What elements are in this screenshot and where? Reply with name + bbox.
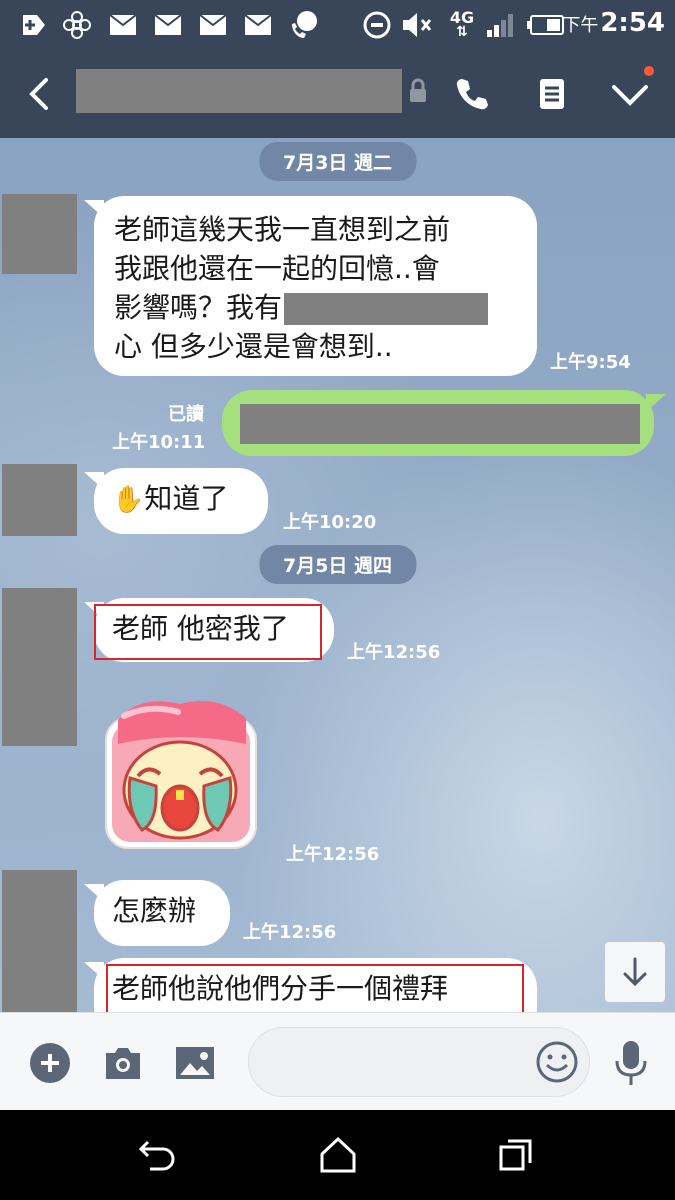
message-time: 上午12:56 bbox=[286, 844, 380, 865]
message-bubble[interactable]: 老師這幾天我一直想到之前 我跟他還在一起的回憶..會 影響嗎？我有 心 但多少還… bbox=[84, 196, 537, 376]
plus-icon bbox=[41, 1054, 59, 1072]
nav-recents-button[interactable] bbox=[498, 1138, 534, 1176]
network-4g-icon: 4G ⇅ bbox=[449, 8, 475, 40]
redacted-text bbox=[284, 293, 489, 325]
add-button[interactable] bbox=[30, 1043, 70, 1083]
message-bubble[interactable]: 怎麼辦 bbox=[84, 880, 230, 946]
avatar[interactable] bbox=[2, 194, 77, 274]
recents-icon bbox=[499, 1139, 532, 1171]
voice-button[interactable] bbox=[614, 1039, 648, 1091]
back-button[interactable] bbox=[10, 66, 66, 122]
status-bar: 4G ⇅ 下午2:54 bbox=[0, 0, 675, 50]
lock-icon bbox=[408, 78, 428, 108]
message-time: 上午10:20 bbox=[283, 512, 377, 533]
redacted-text bbox=[240, 404, 640, 444]
add-notification-icon bbox=[18, 10, 48, 40]
menu-chevron-button[interactable] bbox=[602, 66, 658, 122]
read-receipt: 已讀 bbox=[168, 404, 204, 425]
input-bar bbox=[0, 1012, 675, 1111]
mute-icon bbox=[400, 10, 434, 40]
mail-icon bbox=[153, 10, 183, 40]
smiley-icon bbox=[536, 1041, 578, 1083]
raised-hand-emoji: ✋ bbox=[112, 485, 145, 515]
message-input[interactable] bbox=[248, 1027, 590, 1097]
arrow-down-icon bbox=[623, 957, 647, 987]
date-separator: 7月3日 週二 bbox=[258, 142, 417, 181]
flower-app-icon bbox=[62, 10, 92, 40]
do-not-disturb-icon bbox=[362, 10, 392, 40]
call-button[interactable] bbox=[444, 66, 500, 122]
nav-back-button[interactable] bbox=[138, 1138, 178, 1176]
chat-call-icon bbox=[288, 10, 320, 40]
nav-home-button[interactable] bbox=[318, 1136, 358, 1178]
status-time: 下午2:54 bbox=[562, 8, 665, 38]
avatar[interactable] bbox=[2, 464, 77, 536]
image-icon bbox=[176, 1047, 214, 1079]
camera-button[interactable] bbox=[102, 1045, 144, 1085]
highlight-box bbox=[106, 964, 524, 1012]
chat-header bbox=[0, 50, 675, 138]
date-separator: 7月5日 週四 bbox=[258, 545, 417, 584]
back-arrow-icon bbox=[138, 1140, 175, 1171]
crying-sticker[interactable] bbox=[100, 690, 260, 854]
system-nav-bar bbox=[0, 1110, 675, 1200]
notification-dot bbox=[644, 66, 654, 76]
avatar[interactable] bbox=[2, 870, 77, 1012]
message-time: 上午10:11 bbox=[112, 432, 206, 453]
message-time: 上午12:56 bbox=[347, 642, 441, 663]
notes-button[interactable] bbox=[524, 66, 580, 122]
signal-icon bbox=[484, 10, 518, 40]
mail-icon bbox=[108, 10, 138, 40]
scroll-down-button[interactable] bbox=[605, 942, 665, 1002]
mail-icon bbox=[243, 10, 273, 40]
message-time: 上午12:56 bbox=[243, 922, 337, 943]
contact-name-redacted bbox=[76, 69, 402, 113]
microphone-icon bbox=[615, 1041, 647, 1085]
avatar[interactable] bbox=[2, 588, 77, 746]
gallery-button[interactable] bbox=[174, 1045, 216, 1085]
home-icon bbox=[320, 1136, 356, 1173]
chat-area[interactable]: 7月3日 週二 老師這幾天我一直想到之前 我跟他還在一起的回憶..會 影響嗎？我… bbox=[0, 138, 675, 1012]
emoji-button[interactable] bbox=[535, 1040, 579, 1088]
highlight-box bbox=[94, 604, 322, 660]
battery-icon bbox=[526, 10, 566, 40]
message-bubble-own[interactable] bbox=[222, 390, 666, 456]
message-bubble[interactable]: ✋知道了 bbox=[84, 468, 268, 534]
message-time: 上午9:54 bbox=[550, 352, 631, 373]
camera-icon bbox=[106, 1048, 140, 1079]
mail-icon bbox=[198, 10, 228, 40]
